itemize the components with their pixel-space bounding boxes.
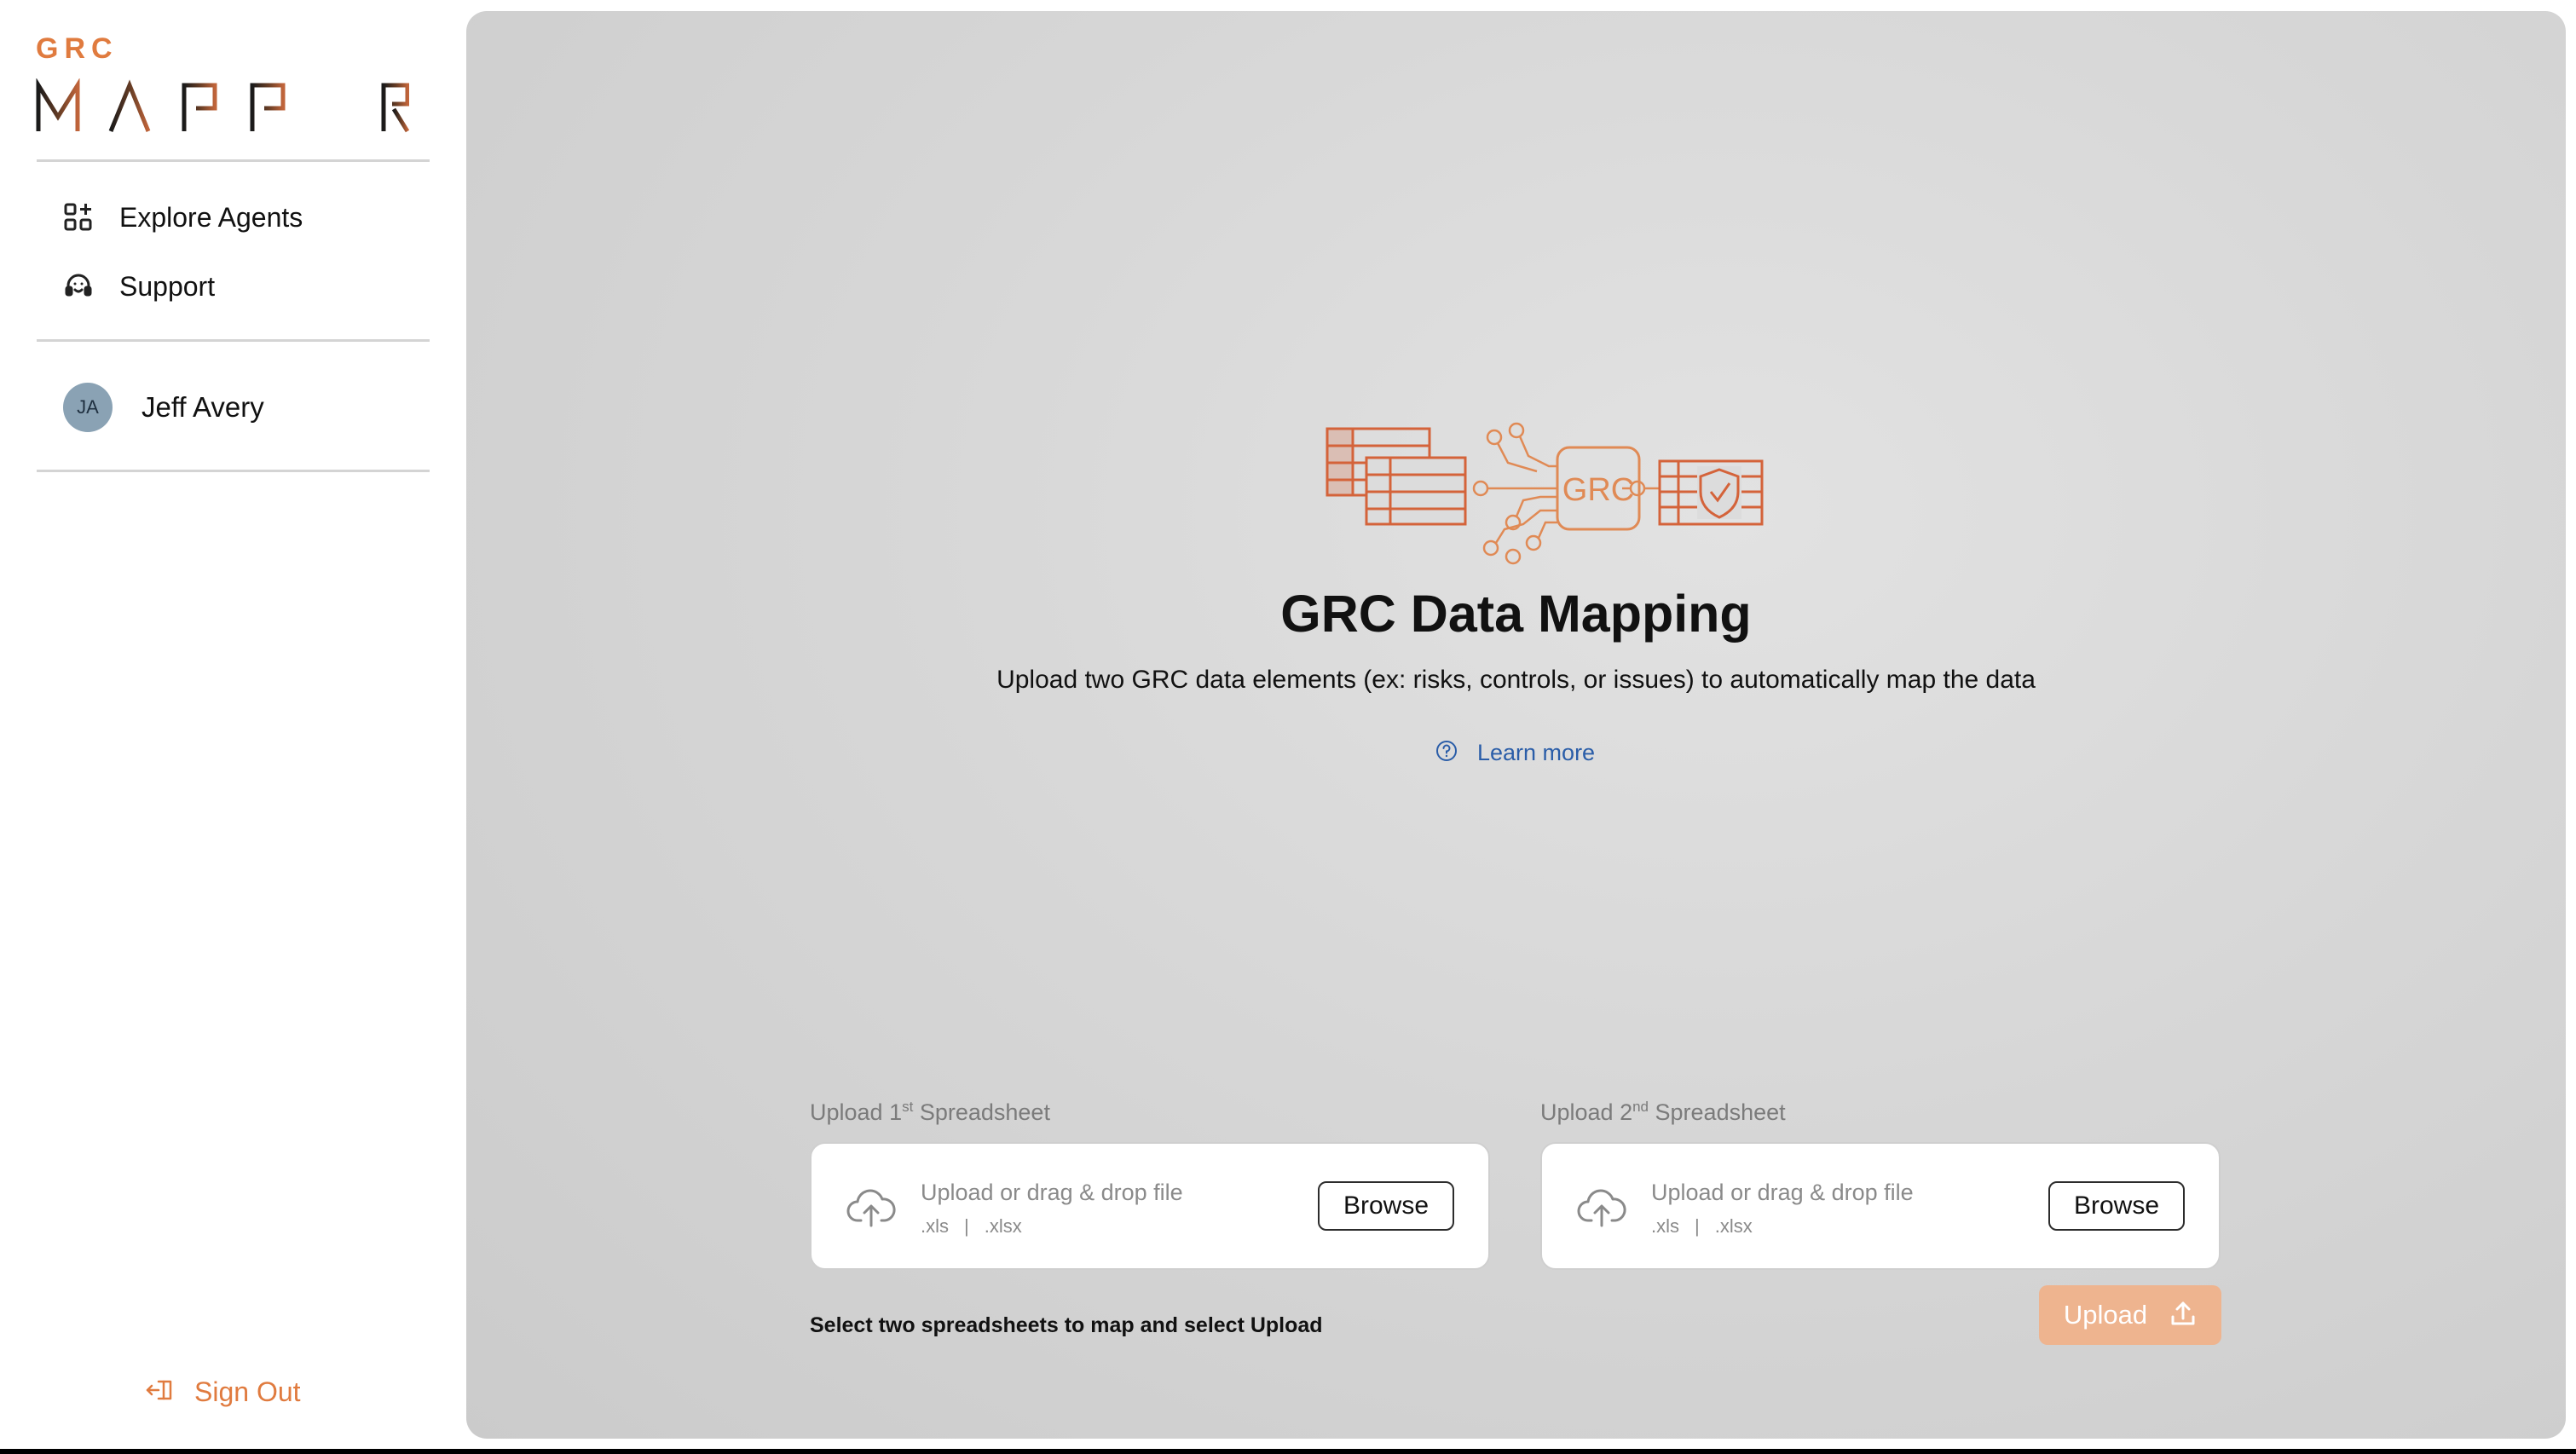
sidebar-divider bbox=[37, 159, 430, 162]
upload-icon bbox=[2169, 1300, 2197, 1331]
upload-button-label: Upload bbox=[2063, 1300, 2148, 1330]
nav-support[interactable]: Support bbox=[61, 261, 215, 312]
upload-2-prompt: Upload or drag & drop file bbox=[1651, 1180, 1914, 1205]
nav-explore-agents[interactable]: Explore Agents bbox=[61, 192, 303, 243]
upload-hint: Select two spreadsheets to map and selec… bbox=[810, 1313, 1323, 1337]
avatar: JA bbox=[63, 383, 113, 432]
upload-1-prompt: Upload or drag & drop file bbox=[921, 1180, 1183, 1205]
upload-2-formats: .xls | .xlsx bbox=[1651, 1215, 1753, 1237]
data-mapping-illustration: GRC bbox=[1326, 422, 1764, 565]
upload-button[interactable]: Upload bbox=[2039, 1285, 2221, 1345]
learn-more-link[interactable]: Learn more bbox=[1435, 734, 1595, 771]
upload-2-label: Upload 2nd Spreadsheet bbox=[1540, 1099, 1786, 1125]
headset-icon bbox=[61, 269, 95, 303]
help-circle-icon bbox=[1435, 739, 1458, 767]
upload-1-dropzone[interactable]: Upload or drag & drop file .xls | .xlsx … bbox=[810, 1142, 1490, 1270]
cloud-upload-icon bbox=[1577, 1189, 1626, 1227]
sign-out-button[interactable]: Sign Out bbox=[145, 1370, 301, 1413]
illustration-grc-text: GRC bbox=[1562, 472, 1634, 508]
browse-button-2[interactable]: Browse bbox=[2048, 1181, 2185, 1231]
browse-button-1[interactable]: Browse bbox=[1318, 1181, 1454, 1231]
cloud-upload-icon bbox=[846, 1189, 896, 1227]
apps-add-icon bbox=[61, 200, 95, 234]
logo-grc-text: GRC bbox=[36, 32, 118, 65]
sign-out-label: Sign Out bbox=[194, 1376, 301, 1407]
nav-explore-agents-label: Explore Agents bbox=[119, 201, 303, 233]
user-name: Jeff Avery bbox=[142, 391, 264, 423]
upload-1-label: Upload 1st Spreadsheet bbox=[810, 1099, 1050, 1125]
sidebar-divider bbox=[37, 470, 430, 472]
page-title: GRC Data Mapping bbox=[1280, 585, 1752, 643]
main-panel: GRC GRC Data Mapping Upload two GRC data… bbox=[466, 11, 2566, 1439]
upload-1-formats: .xls | .xlsx bbox=[921, 1215, 1022, 1237]
learn-more-label: Learn more bbox=[1477, 739, 1596, 765]
upload-2-dropzone[interactable]: Upload or drag & drop file .xls | .xlsx … bbox=[1540, 1142, 2221, 1270]
app-window: GRC Explore Agents Support JA Jeff Avery… bbox=[0, 0, 2576, 1449]
sign-out-icon bbox=[145, 1375, 176, 1410]
sidebar-divider bbox=[37, 339, 430, 342]
page-subtitle: Upload two GRC data elements (ex: risks,… bbox=[996, 666, 2036, 694]
nav-support-label: Support bbox=[119, 270, 216, 302]
sidebar: GRC Explore Agents Support JA Jeff Avery… bbox=[0, 0, 465, 1449]
mapper-logo bbox=[36, 78, 409, 134]
user-profile[interactable]: JA Jeff Avery bbox=[63, 380, 264, 435]
